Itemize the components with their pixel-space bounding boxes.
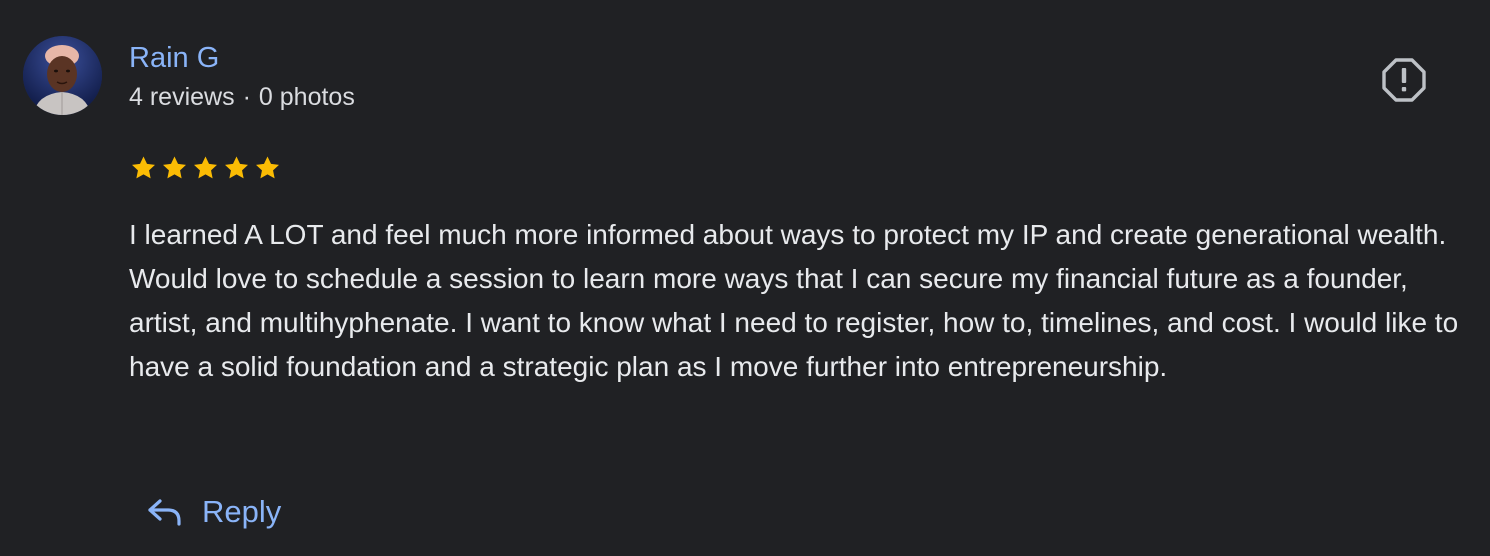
reviews-count: 4 reviews (129, 83, 235, 111)
reviewer-name[interactable]: Rain G (129, 40, 219, 76)
star-icon (163, 156, 186, 179)
reviewer-avatar[interactable] (23, 36, 102, 115)
report-review-button[interactable] (1381, 57, 1427, 103)
review-text: I learned A LOT and feel much more infor… (129, 219, 1459, 382)
photos-count: 0 photos (258, 83, 355, 111)
reviewer-meta: 4 reviews · 0 photos (129, 81, 355, 113)
star-icon (132, 156, 155, 179)
star-icon (256, 156, 279, 179)
reply-label: Reply (202, 494, 282, 529)
star-icon (194, 156, 217, 179)
meta-separator: · (242, 83, 251, 111)
reply-button[interactable]: Reply (146, 487, 281, 537)
review-card: Rain G 4 reviews · 0 photos I learned A LO… (0, 0, 1490, 556)
reply-arrow-icon (148, 499, 181, 526)
user-photo-icon (23, 36, 102, 115)
star-rating (129, 151, 282, 185)
star-icon (225, 156, 248, 179)
report-octagon-icon (1382, 58, 1426, 102)
